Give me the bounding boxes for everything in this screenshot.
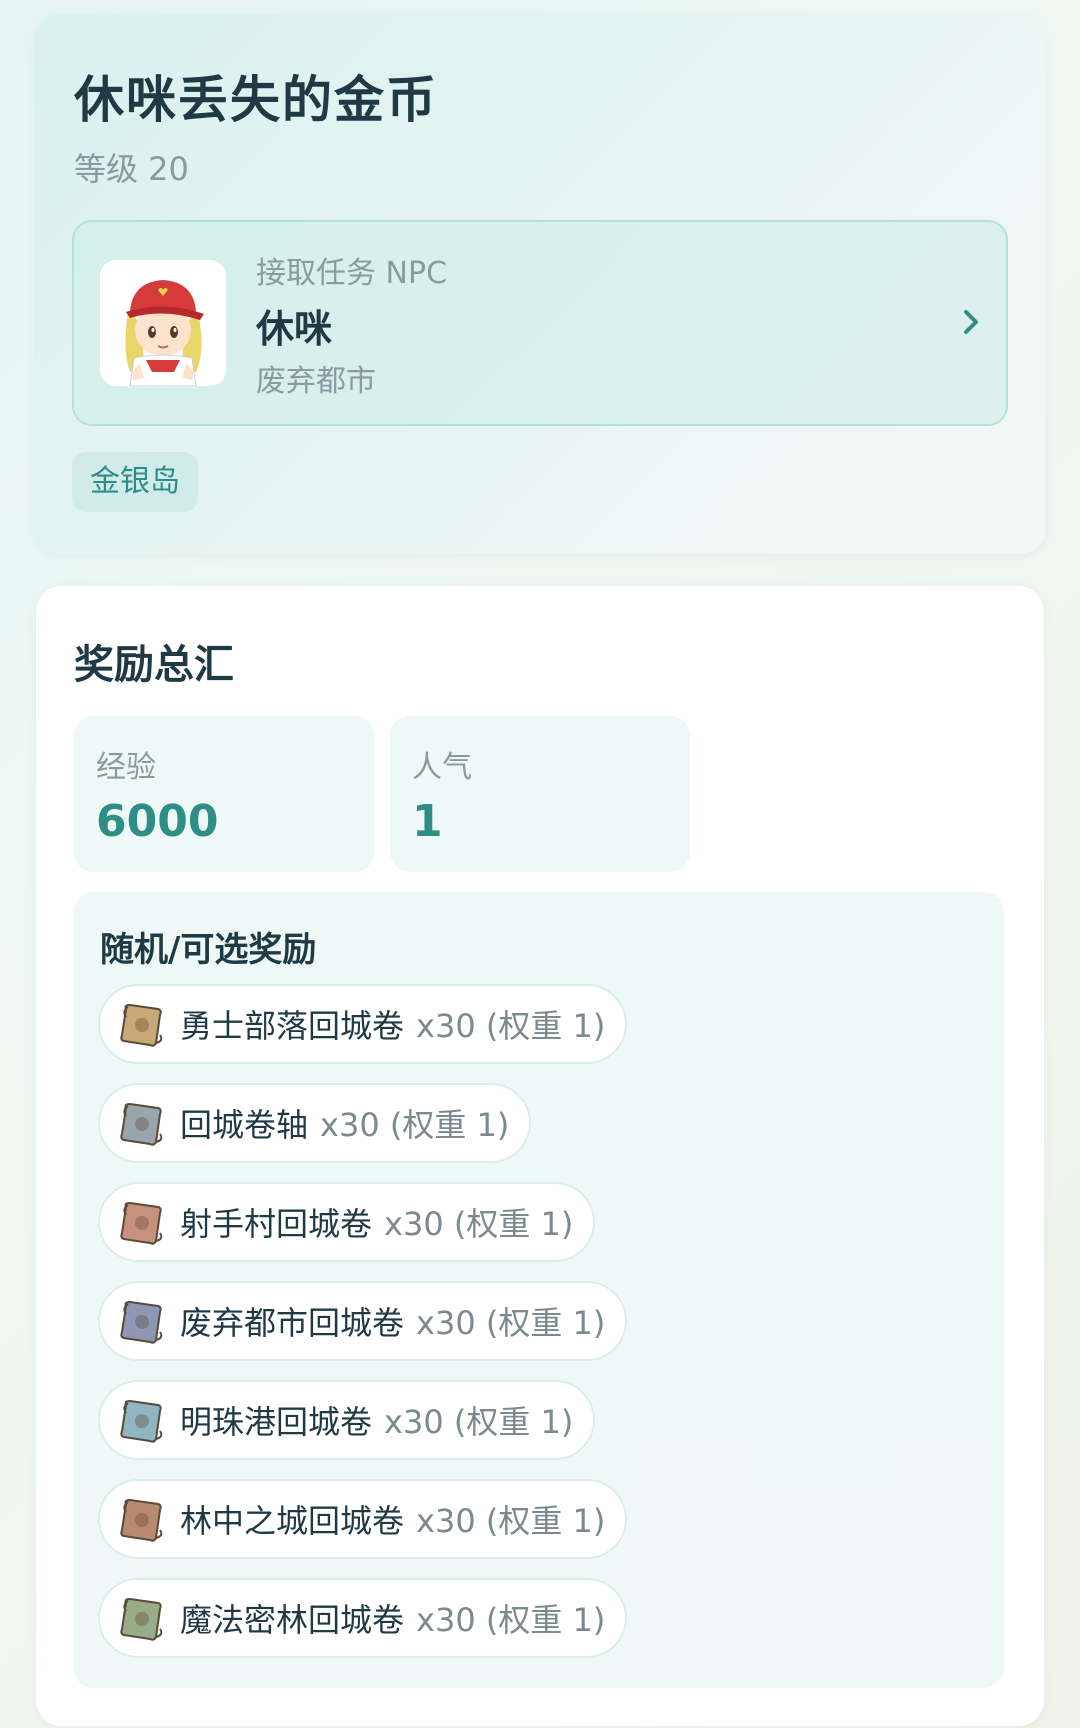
npc-caption: 接取任务 NPC	[256, 256, 448, 291]
reward-quantity: x30 (权重 1)	[320, 1106, 510, 1144]
reward-chip[interactable]: 回城卷轴 x30 (权重 1)	[98, 1083, 532, 1163]
quest-header-card: 休咪丢失的金币 等级 20 接取任务 NPC 休咪 废弃都市 金银岛	[34, 14, 1046, 554]
scroll-icon	[120, 1300, 163, 1344]
reward-name: 勇士部落回城卷	[180, 1007, 405, 1045]
reward-name: 林中之城回城卷	[180, 1502, 405, 1540]
quest-level: 等级 20	[74, 150, 189, 188]
reward-chip[interactable]: 射手村回城卷 x30 (权重 1)	[98, 1182, 596, 1262]
list-item: 明珠港回城卷 x30 (权重 1)	[98, 1380, 627, 1479]
reward-quantity: x30 (权重 1)	[416, 1601, 606, 1639]
reward-chip[interactable]: 明珠港回城卷 x30 (权重 1)	[98, 1380, 596, 1460]
list-item: 射手村回城卷 x30 (权重 1)	[98, 1182, 627, 1281]
reward-quantity: x30 (权重 1)	[416, 1502, 606, 1540]
exp-label: 经验	[96, 750, 156, 785]
fame-label: 人气	[412, 750, 472, 785]
random-rewards-title: 随机/可选奖励	[100, 930, 317, 970]
list-item: 回城卷轴 x30 (权重 1)	[98, 1083, 627, 1182]
npc-location: 废弃都市	[256, 364, 376, 399]
region-tag[interactable]: 金银岛	[72, 452, 198, 512]
reward-name: 废弃都市回城卷	[180, 1304, 405, 1342]
reward-quantity: x30 (权重 1)	[416, 1304, 606, 1342]
reward-name: 射手村回城卷	[180, 1205, 373, 1243]
rewards-title: 奖励总汇	[74, 642, 234, 688]
scroll-icon	[120, 1102, 163, 1146]
list-item: 林中之城回城卷 x30 (权重 1)	[98, 1479, 628, 1578]
reward-chip[interactable]: 魔法密林回城卷 x30 (权重 1)	[98, 1578, 628, 1658]
fame-value: 1	[412, 796, 443, 847]
npc-portrait-icon	[125, 280, 204, 386]
list-item: 勇士部落回城卷 x30 (权重 1)	[98, 984, 628, 1083]
rewards-card: 奖励总汇 经验 6000 人气 1 随机/可选奖励 勇士部落回城卷 x30 (权…	[36, 586, 1044, 1726]
list-item: 废弃都市回城卷 x30 (权重 1)	[98, 1281, 628, 1380]
reward-name: 回城卷轴	[180, 1106, 309, 1144]
scroll-icon	[120, 1003, 163, 1047]
quest-title: 休咪丢失的金币	[74, 71, 438, 129]
scroll-icon	[120, 1498, 163, 1542]
scroll-icon	[120, 1399, 163, 1443]
scroll-icon	[120, 1597, 163, 1641]
npc-name: 休咪	[256, 307, 333, 351]
reward-quantity: x30 (权重 1)	[416, 1007, 606, 1045]
random-rewards-panel: 随机/可选奖励 勇士部落回城卷 x30 (权重 1) 回城卷轴 x30 (权重 …	[74, 892, 1004, 1688]
scroll-icon	[120, 1201, 163, 1245]
exp-stat: 经验 6000	[74, 716, 374, 872]
npc-card[interactable]: 接取任务 NPC 休咪 废弃都市	[72, 220, 1008, 426]
reward-name: 明珠港回城卷	[180, 1403, 373, 1441]
fame-stat: 人气 1	[390, 716, 690, 872]
reward-quantity: x30 (权重 1)	[384, 1403, 574, 1441]
reward-chip[interactable]: 勇士部落回城卷 x30 (权重 1)	[98, 984, 628, 1064]
reward-quantity: x30 (权重 1)	[384, 1205, 574, 1243]
exp-value: 6000	[96, 796, 219, 847]
reward-chip[interactable]: 林中之城回城卷 x30 (权重 1)	[98, 1479, 628, 1559]
reward-chip[interactable]: 废弃都市回城卷 x30 (权重 1)	[98, 1281, 628, 1361]
reward-name: 魔法密林回城卷	[180, 1601, 405, 1639]
list-item: 魔法密林回城卷 x30 (权重 1)	[98, 1578, 628, 1677]
npc-avatar	[100, 260, 226, 386]
chevron-right-icon	[964, 310, 978, 334]
reward-list: 勇士部落回城卷 x30 (权重 1) 回城卷轴 x30 (权重 1) 射手村回城…	[98, 984, 628, 1677]
